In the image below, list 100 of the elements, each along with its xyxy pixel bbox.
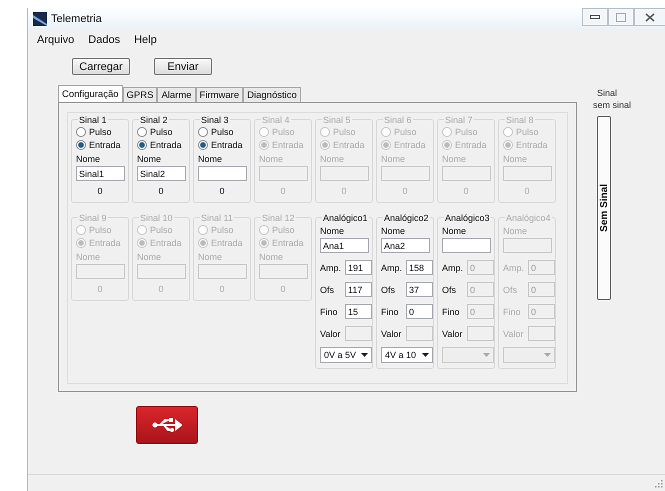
- field-label: Nome: [381, 226, 406, 238]
- radio-button[interactable]: [137, 238, 147, 248]
- reading-value: 0: [218, 186, 226, 198]
- radio-button[interactable]: [76, 126, 86, 136]
- radio-label: Pulso: [516, 126, 539, 136]
- radio-button[interactable]: [76, 238, 86, 248]
- radio-button[interactable]: [259, 140, 269, 150]
- usb-button[interactable]: [136, 406, 198, 444]
- radio-label: Pulso: [211, 224, 234, 234]
- signal-status: sem sinal: [593, 100, 632, 112]
- resize-grip-icon: [655, 480, 663, 488]
- field-label: Nome: [198, 154, 224, 166]
- caret-icon: [422, 353, 429, 357]
- radio-button[interactable]: [198, 224, 208, 234]
- menu-item[interactable]: Arquivo: [37, 34, 74, 50]
- radio-button[interactable]: [137, 140, 147, 150]
- input-field[interactable]: 37: [406, 282, 433, 297]
- menu-item[interactable]: Dados: [88, 34, 120, 50]
- radio-button[interactable]: [137, 126, 147, 136]
- field-label: Fino: [503, 306, 521, 316]
- caret-icon: [483, 353, 490, 357]
- field-label: Nome: [137, 252, 162, 264]
- minimize-icon: [590, 14, 600, 20]
- field-label: Ofs: [442, 284, 456, 294]
- field-label: Nome: [76, 154, 102, 166]
- field-label: Nome: [503, 226, 528, 238]
- input-field[interactable]: 117: [345, 282, 372, 297]
- radio-button[interactable]: [137, 224, 147, 234]
- tab[interactable]: Firmware: [196, 87, 244, 103]
- input-field[interactable]: 158: [406, 260, 433, 275]
- signal-label: Sinal: [596, 88, 618, 100]
- field-label: Valor: [442, 328, 462, 338]
- reading-value: 0: [279, 284, 286, 296]
- radio-button[interactable]: [442, 140, 452, 150]
- group-title: Sinal 1: [78, 115, 108, 125]
- field-label: Nome: [503, 154, 528, 166]
- radio-button[interactable]: [198, 238, 208, 248]
- radio-button[interactable]: [381, 126, 391, 136]
- radio-button[interactable]: [503, 140, 513, 150]
- name-field[interactable]: Sinal2: [137, 166, 186, 181]
- range-dropdown[interactable]: 4V a 10: [381, 347, 433, 363]
- name-field[interactable]: [442, 166, 491, 181]
- radio-button[interactable]: [381, 140, 391, 150]
- tab[interactable]: Diagnóstico: [243, 87, 301, 103]
- minimize-button[interactable]: [582, 8, 608, 26]
- group-title: Sinal 11: [200, 213, 234, 223]
- field-label: Nome: [259, 154, 284, 166]
- range-dropdown[interactable]: 0V a 5V: [320, 347, 372, 363]
- toolbar-button[interactable]: Enviar: [154, 58, 212, 75]
- radio-label: Entrada: [455, 140, 487, 150]
- name-field[interactable]: [76, 264, 125, 279]
- group-title: Sinal 9: [78, 213, 108, 223]
- name-field[interactable]: [259, 264, 308, 279]
- field-label: Nome: [76, 252, 102, 264]
- field-label: Nome: [442, 154, 468, 166]
- name-field[interactable]: [259, 166, 308, 181]
- name-field[interactable]: [198, 166, 247, 181]
- radio-label: Entrada: [333, 140, 365, 150]
- name-field[interactable]: [381, 166, 430, 181]
- radio-label: Pulso: [150, 126, 173, 136]
- name-field[interactable]: [503, 238, 552, 253]
- group-title: Sinal 12: [261, 213, 296, 223]
- radio-label: Pulso: [89, 126, 112, 136]
- field-label: Amp.: [442, 262, 464, 272]
- toolbar-button[interactable]: Carregar: [72, 58, 130, 75]
- name-field[interactable]: Ana2: [381, 238, 430, 253]
- name-field[interactable]: [503, 166, 552, 181]
- tab[interactable]: Alarme: [157, 87, 196, 103]
- window-title: Telemetria: [51, 13, 102, 25]
- group-title: Analógico4: [505, 213, 552, 223]
- name-field[interactable]: [320, 166, 369, 181]
- name-field[interactable]: Sinal1: [76, 166, 125, 181]
- input-field[interactable]: 15: [345, 304, 372, 319]
- radio-button[interactable]: [320, 140, 330, 150]
- radio-button[interactable]: [442, 126, 452, 136]
- menu-item[interactable]: Help: [134, 34, 157, 50]
- radio-label: Entrada: [394, 140, 426, 150]
- input-field[interactable]: 191: [345, 260, 372, 275]
- tab[interactable]: GPRS: [122, 87, 158, 103]
- name-field[interactable]: [198, 264, 247, 279]
- radio-button[interactable]: [198, 140, 208, 150]
- radio-button[interactable]: [503, 126, 513, 136]
- group-title: Sinal 2: [139, 115, 169, 125]
- name-field[interactable]: [442, 238, 491, 253]
- radio-button[interactable]: [259, 126, 269, 136]
- radio-button[interactable]: [320, 126, 330, 136]
- radio-button[interactable]: [259, 238, 269, 248]
- usb-icon: [152, 417, 182, 433]
- field-label: Ofs: [503, 284, 518, 294]
- radio-button[interactable]: [76, 140, 86, 150]
- input-field[interactable]: 0: [406, 304, 433, 319]
- name-field[interactable]: [137, 264, 186, 279]
- close-button[interactable]: [634, 8, 665, 26]
- field-label: Amp.: [320, 262, 342, 272]
- radio-button[interactable]: [198, 126, 208, 136]
- radio-button[interactable]: [259, 224, 269, 234]
- reading-value: 0: [462, 186, 470, 198]
- radio-button[interactable]: [76, 224, 86, 234]
- name-field[interactable]: Ana1: [320, 238, 369, 253]
- radio-label: Pulso: [89, 224, 112, 234]
